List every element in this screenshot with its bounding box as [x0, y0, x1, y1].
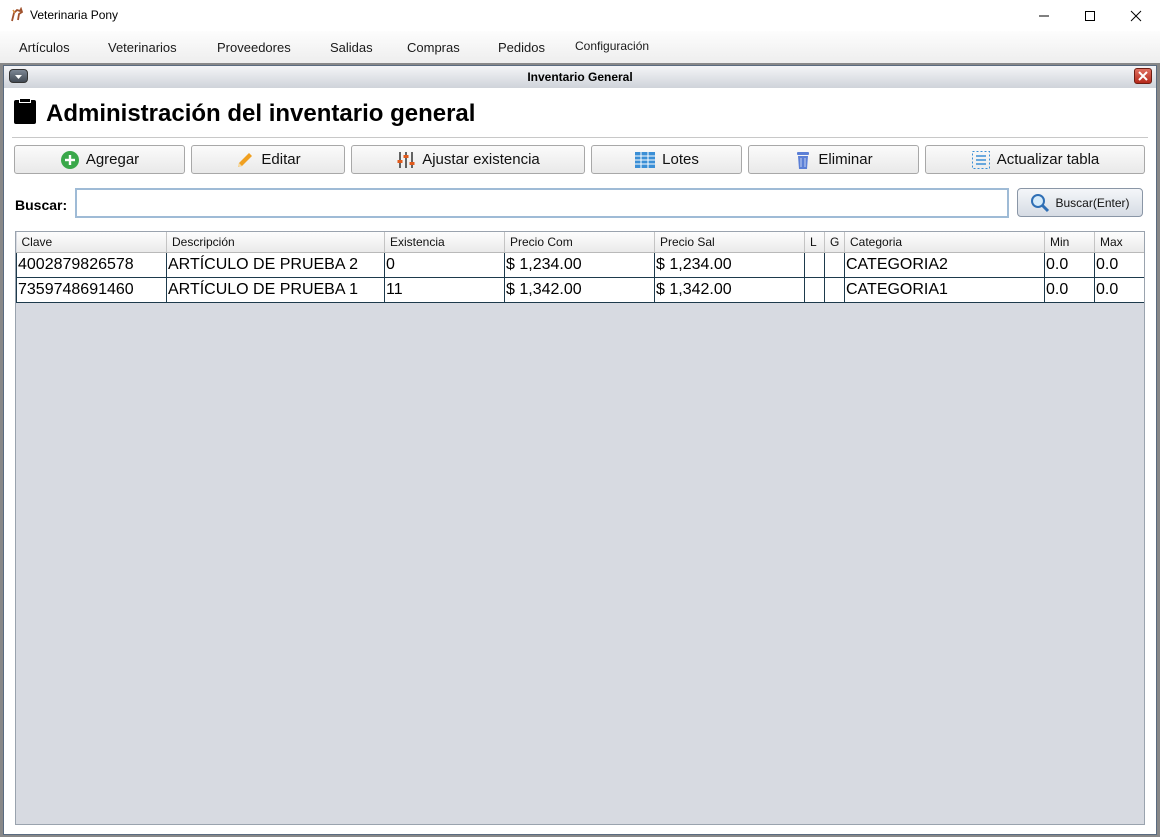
menu-salidas[interactable]: Salidas: [330, 40, 373, 55]
cell-precio-sal[interactable]: $ 1,234.00: [654, 252, 805, 278]
close-icon: [1138, 71, 1148, 81]
lotes-button[interactable]: Lotes: [591, 145, 742, 174]
cell-max[interactable]: 0.0: [1094, 252, 1144, 278]
cell-max[interactable]: 0.0: [1094, 277, 1144, 303]
cell-l[interactable]: [804, 252, 825, 278]
agregar-label: Agregar: [85, 151, 140, 168]
search-input[interactable]: [75, 188, 1009, 218]
eliminar-label: Eliminar: [818, 151, 873, 168]
table-icon: [634, 151, 656, 169]
pencil-icon: [235, 150, 255, 170]
editar-label: Editar: [261, 151, 301, 168]
col-existencia[interactable]: Existencia: [384, 232, 505, 253]
col-g[interactable]: G: [824, 232, 845, 253]
add-icon: [60, 150, 80, 170]
sliders-icon: [396, 150, 416, 170]
col-categoria[interactable]: Categoria: [844, 232, 1045, 253]
clipboard-icon: [12, 97, 38, 130]
menu-proveedores[interactable]: Proveedores: [217, 40, 291, 55]
menu-pedidos[interactable]: Pedidos: [498, 40, 545, 55]
ajustar-existencia-button[interactable]: Ajustar existencia: [351, 145, 585, 174]
cell-g[interactable]: [824, 277, 845, 303]
table-header: Clave Descripción Existencia Precio Com …: [16, 232, 1144, 253]
cell-clave[interactable]: 4002879826578: [16, 252, 167, 278]
menu-veterinarios[interactable]: Veterinarios: [108, 40, 177, 55]
col-descripcion[interactable]: Descripción: [166, 232, 385, 253]
actualizar-tabla-button[interactable]: Actualizar tabla: [925, 145, 1145, 174]
col-l[interactable]: L: [804, 232, 825, 253]
cell-l[interactable]: [804, 277, 825, 303]
divider: [12, 137, 1148, 138]
cell-categoria[interactable]: CATEGORIA1: [844, 277, 1045, 303]
cell-precio-com[interactable]: $ 1,234.00: [504, 252, 655, 278]
editar-button[interactable]: Editar: [191, 145, 345, 174]
close-icon: [1130, 10, 1142, 21]
table-row[interactable]: 7359748691460 ARTÍCULO DE PRUEBA 1 11 $ …: [16, 277, 1144, 303]
internal-frame-titlebar[interactable]: Inventario General: [4, 66, 1156, 89]
col-precio-com[interactable]: Precio Com: [504, 232, 655, 253]
cell-min[interactable]: 0.0: [1044, 252, 1095, 278]
inventory-table[interactable]: Clave Descripción Existencia Precio Com …: [15, 231, 1145, 825]
cell-descripcion[interactable]: ARTÍCULO DE PRUEBA 2: [166, 252, 385, 278]
minimize-button[interactable]: [1021, 0, 1067, 31]
table-row[interactable]: 4002879826578 ARTÍCULO DE PRUEBA 2 0 $ 1…: [16, 252, 1144, 278]
eliminar-button[interactable]: Eliminar: [748, 145, 919, 174]
page-title: Administración del inventario general: [46, 100, 476, 127]
trash-icon: [794, 150, 812, 170]
cell-categoria[interactable]: CATEGORIA2: [844, 252, 1045, 278]
cell-g[interactable]: [824, 252, 845, 278]
cell-existencia[interactable]: 11: [384, 277, 505, 303]
search-icon: [1030, 193, 1050, 213]
cell-precio-sal[interactable]: $ 1,342.00: [654, 277, 805, 303]
menu-articulos[interactable]: Artículos: [19, 40, 70, 55]
col-precio-sal[interactable]: Precio Sal: [654, 232, 805, 253]
search-label: Buscar:: [15, 197, 68, 213]
internal-frame: Inventario General Administración del in…: [3, 65, 1157, 835]
desktop-pane: Inventario General Administración del in…: [0, 63, 1160, 837]
col-clave[interactable]: Clave: [16, 232, 167, 253]
agregar-button[interactable]: Agregar: [14, 145, 185, 174]
cell-descripcion[interactable]: ARTÍCULO DE PRUEBA 1: [166, 277, 385, 303]
cell-existencia[interactable]: 0: [384, 252, 505, 278]
cell-min[interactable]: 0.0: [1044, 277, 1095, 303]
close-button[interactable]: [1113, 0, 1159, 31]
app-title: Veterinaria Pony: [30, 8, 119, 22]
internal-frame-title: Inventario General: [527, 70, 633, 84]
buscar-label: Buscar(Enter): [1055, 195, 1130, 210]
cell-precio-com[interactable]: $ 1,342.00: [504, 277, 655, 303]
maximize-icon: [1085, 10, 1095, 21]
ajustar-existencia-label: Ajustar existencia: [422, 151, 540, 168]
maximize-button[interactable]: [1067, 0, 1113, 31]
window-titlebar: Veterinaria Pony: [0, 0, 1160, 31]
frame-close-button[interactable]: [1134, 68, 1152, 84]
inventory-panel: Administración del inventario general Ag…: [4, 88, 1156, 834]
pony-icon: [9, 6, 25, 23]
lotes-label: Lotes: [662, 151, 699, 168]
cell-clave[interactable]: 7359748691460: [16, 277, 167, 303]
buscar-button[interactable]: Buscar(Enter): [1017, 188, 1143, 217]
menu-compras[interactable]: Compras: [407, 40, 460, 55]
actualizar-tabla-label: Actualizar tabla: [996, 151, 1100, 168]
menubar: Artículos Veterinarios Proveedores Salid…: [0, 31, 1160, 64]
col-max[interactable]: Max: [1094, 232, 1144, 253]
minimize-icon: [1039, 15, 1049, 16]
refresh-list-icon: [971, 150, 991, 170]
page-header: Administración del inventario general: [12, 97, 476, 130]
col-min[interactable]: Min: [1044, 232, 1095, 253]
menu-configuracion[interactable]: Configuración: [575, 39, 649, 53]
